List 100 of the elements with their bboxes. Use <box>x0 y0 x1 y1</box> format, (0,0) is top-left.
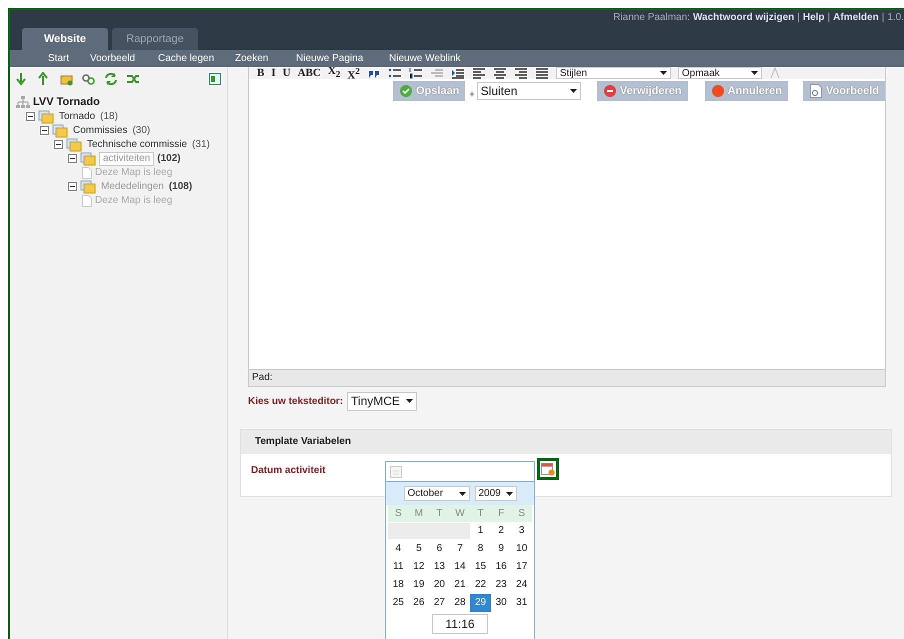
caret-icon <box>406 399 414 403</box>
format-button[interactable]: X$_{2}$ <box>328 67 340 79</box>
calendar-day[interactable]: 11 <box>388 558 409 576</box>
refresh-icon[interactable] <box>104 72 118 86</box>
year-dropdown[interactable]: 2009 <box>474 486 516 501</box>
collapse-icon[interactable] <box>68 154 77 163</box>
align-left-icon[interactable] <box>472 67 486 79</box>
collapse-icon[interactable] <box>68 182 77 191</box>
user-name: Rianne Paalman: <box>613 12 690 23</box>
calendar-day[interactable]: 21 <box>450 576 470 594</box>
calendar-day[interactable]: 20 <box>429 576 450 594</box>
editor-dropdown[interactable]: TinyMCE <box>347 392 418 410</box>
nav-link[interactable]: Nieuwe Weblink <box>389 53 461 64</box>
calendar-day[interactable]: 16 <box>490 558 512 576</box>
calendar-day[interactable]: 24 <box>511 576 532 594</box>
nav-link[interactable]: Cache legen <box>158 53 235 64</box>
user-link[interactable]: Afmelden <box>833 12 879 23</box>
user-link[interactable]: Wachtwoord wijzigen <box>692 12 794 23</box>
collapse-icon[interactable] <box>26 112 35 121</box>
align-right-icon[interactable] <box>514 67 528 79</box>
calendar-day[interactable]: 7 <box>450 540 470 558</box>
format-dropdown[interactable]: Opmaak <box>678 67 762 79</box>
format-button[interactable]: I <box>271 67 276 79</box>
tree-item[interactable]: Commissies <box>71 124 130 137</box>
weekday-label: W <box>450 505 470 522</box>
separator-text: | <box>828 12 830 23</box>
empty-folder-text: Deze Map is leeg <box>95 195 172 206</box>
weekday-label: F <box>490 505 512 522</box>
calendar-day[interactable]: 12 <box>408 558 430 576</box>
calendar-day[interactable]: 31 <box>511 594 532 612</box>
time-field[interactable]: 11:16 <box>432 614 488 634</box>
calendar-day[interactable]: 25 <box>388 594 409 612</box>
tab[interactable]: Website <box>22 28 108 50</box>
nav-link[interactable]: Nieuwe Pagina <box>296 53 389 64</box>
tree-item[interactable]: Tornado <box>57 110 98 123</box>
calendar-day[interactable]: 13 <box>429 558 450 576</box>
format-button[interactable]: U <box>282 67 291 79</box>
nav-link[interactable]: Start <box>48 53 90 64</box>
calendar-day[interactable]: 30 <box>490 594 512 612</box>
calendar-day[interactable]: 28 <box>450 594 470 612</box>
chain-icon[interactable] <box>82 72 96 86</box>
dot-icon <box>710 84 725 98</box>
calendar-day[interactable]: 29 <box>470 594 491 612</box>
caret-icon <box>458 492 466 496</box>
path-status-text: Pad: <box>249 369 885 386</box>
sitemap-icon <box>16 96 30 108</box>
calendar-day[interactable]: 23 <box>490 576 512 594</box>
item-count: (108) <box>168 181 192 192</box>
collapse-icon[interactable] <box>54 140 63 149</box>
format-button[interactable]: X$^{2}$ <box>347 67 360 79</box>
calendar-day[interactable]: 2 <box>490 522 512 540</box>
empty-folder-text: Deze Map is leeg <box>95 167 172 178</box>
format-button[interactable]: ABC <box>298 67 321 79</box>
justify-icon[interactable] <box>534 67 549 79</box>
user-link[interactable]: Help <box>802 12 825 23</box>
calendar-day[interactable]: 3 <box>511 522 532 540</box>
shuffle-icon[interactable] <box>126 72 140 86</box>
calendar-day[interactable]: 10 <box>511 540 532 558</box>
caret-icon <box>570 89 577 93</box>
collapse-icon[interactable] <box>40 126 49 135</box>
calendar-day[interactable]: 5 <box>408 540 430 558</box>
item-count: (18) <box>100 111 118 122</box>
format-button[interactable]: B <box>257 67 264 79</box>
calendar-day[interactable]: 6 <box>429 540 450 558</box>
indent-icon[interactable] <box>450 67 465 79</box>
panel-icon[interactable] <box>209 73 221 85</box>
calendar-day[interactable]: 22 <box>470 576 491 594</box>
align-center-icon[interactable] <box>492 67 507 79</box>
tree-item[interactable]: Technische commissie <box>85 138 190 151</box>
calendar-day[interactable]: 9 <box>490 540 512 558</box>
weekday-label: M <box>408 505 430 522</box>
calendar-icon <box>390 466 402 478</box>
calendar-day[interactable]: 27 <box>429 594 450 612</box>
section-title: Template Variabelen <box>241 430 891 454</box>
calendar-day[interactable]: 19 <box>408 576 430 594</box>
calendar-day[interactable]: 15 <box>470 558 491 576</box>
tree-root-label[interactable]: LVV Tornado <box>33 96 100 108</box>
calendar-day[interactable]: 18 <box>388 576 409 594</box>
calendar-day[interactable]: 8 <box>470 540 491 558</box>
close-dropdown[interactable]: Sluiten <box>476 82 581 100</box>
document-icon <box>809 84 824 98</box>
weekday-label: T <box>429 505 450 522</box>
nav-link[interactable]: Zoeken <box>235 53 296 64</box>
calendar-button[interactable] <box>537 458 559 480</box>
calendar-day[interactable]: 17 <box>511 558 532 576</box>
separator-text: | <box>882 12 884 23</box>
calendar-day[interactable]: 1 <box>470 522 491 540</box>
styles-dropdown[interactable]: Stijlen <box>556 67 671 79</box>
calendar-day[interactable]: 14 <box>450 558 470 576</box>
month-dropdown[interactable]: October <box>404 486 470 501</box>
calendar-day[interactable]: 26 <box>408 594 430 612</box>
date-input-field[interactable] <box>385 461 535 482</box>
weekday-label: S <box>511 505 532 522</box>
nav-link[interactable]: Voorbeeld <box>90 53 158 64</box>
editor-choice-label: Kies uw teksteditor: <box>248 396 344 406</box>
numbered-list-icon[interactable] <box>408 67 423 79</box>
calendar-day[interactable]: 4 <box>388 540 409 558</box>
bullet-list-icon[interactable] <box>388 67 402 79</box>
weekday-label: S <box>388 505 409 522</box>
page-icon <box>82 194 92 206</box>
